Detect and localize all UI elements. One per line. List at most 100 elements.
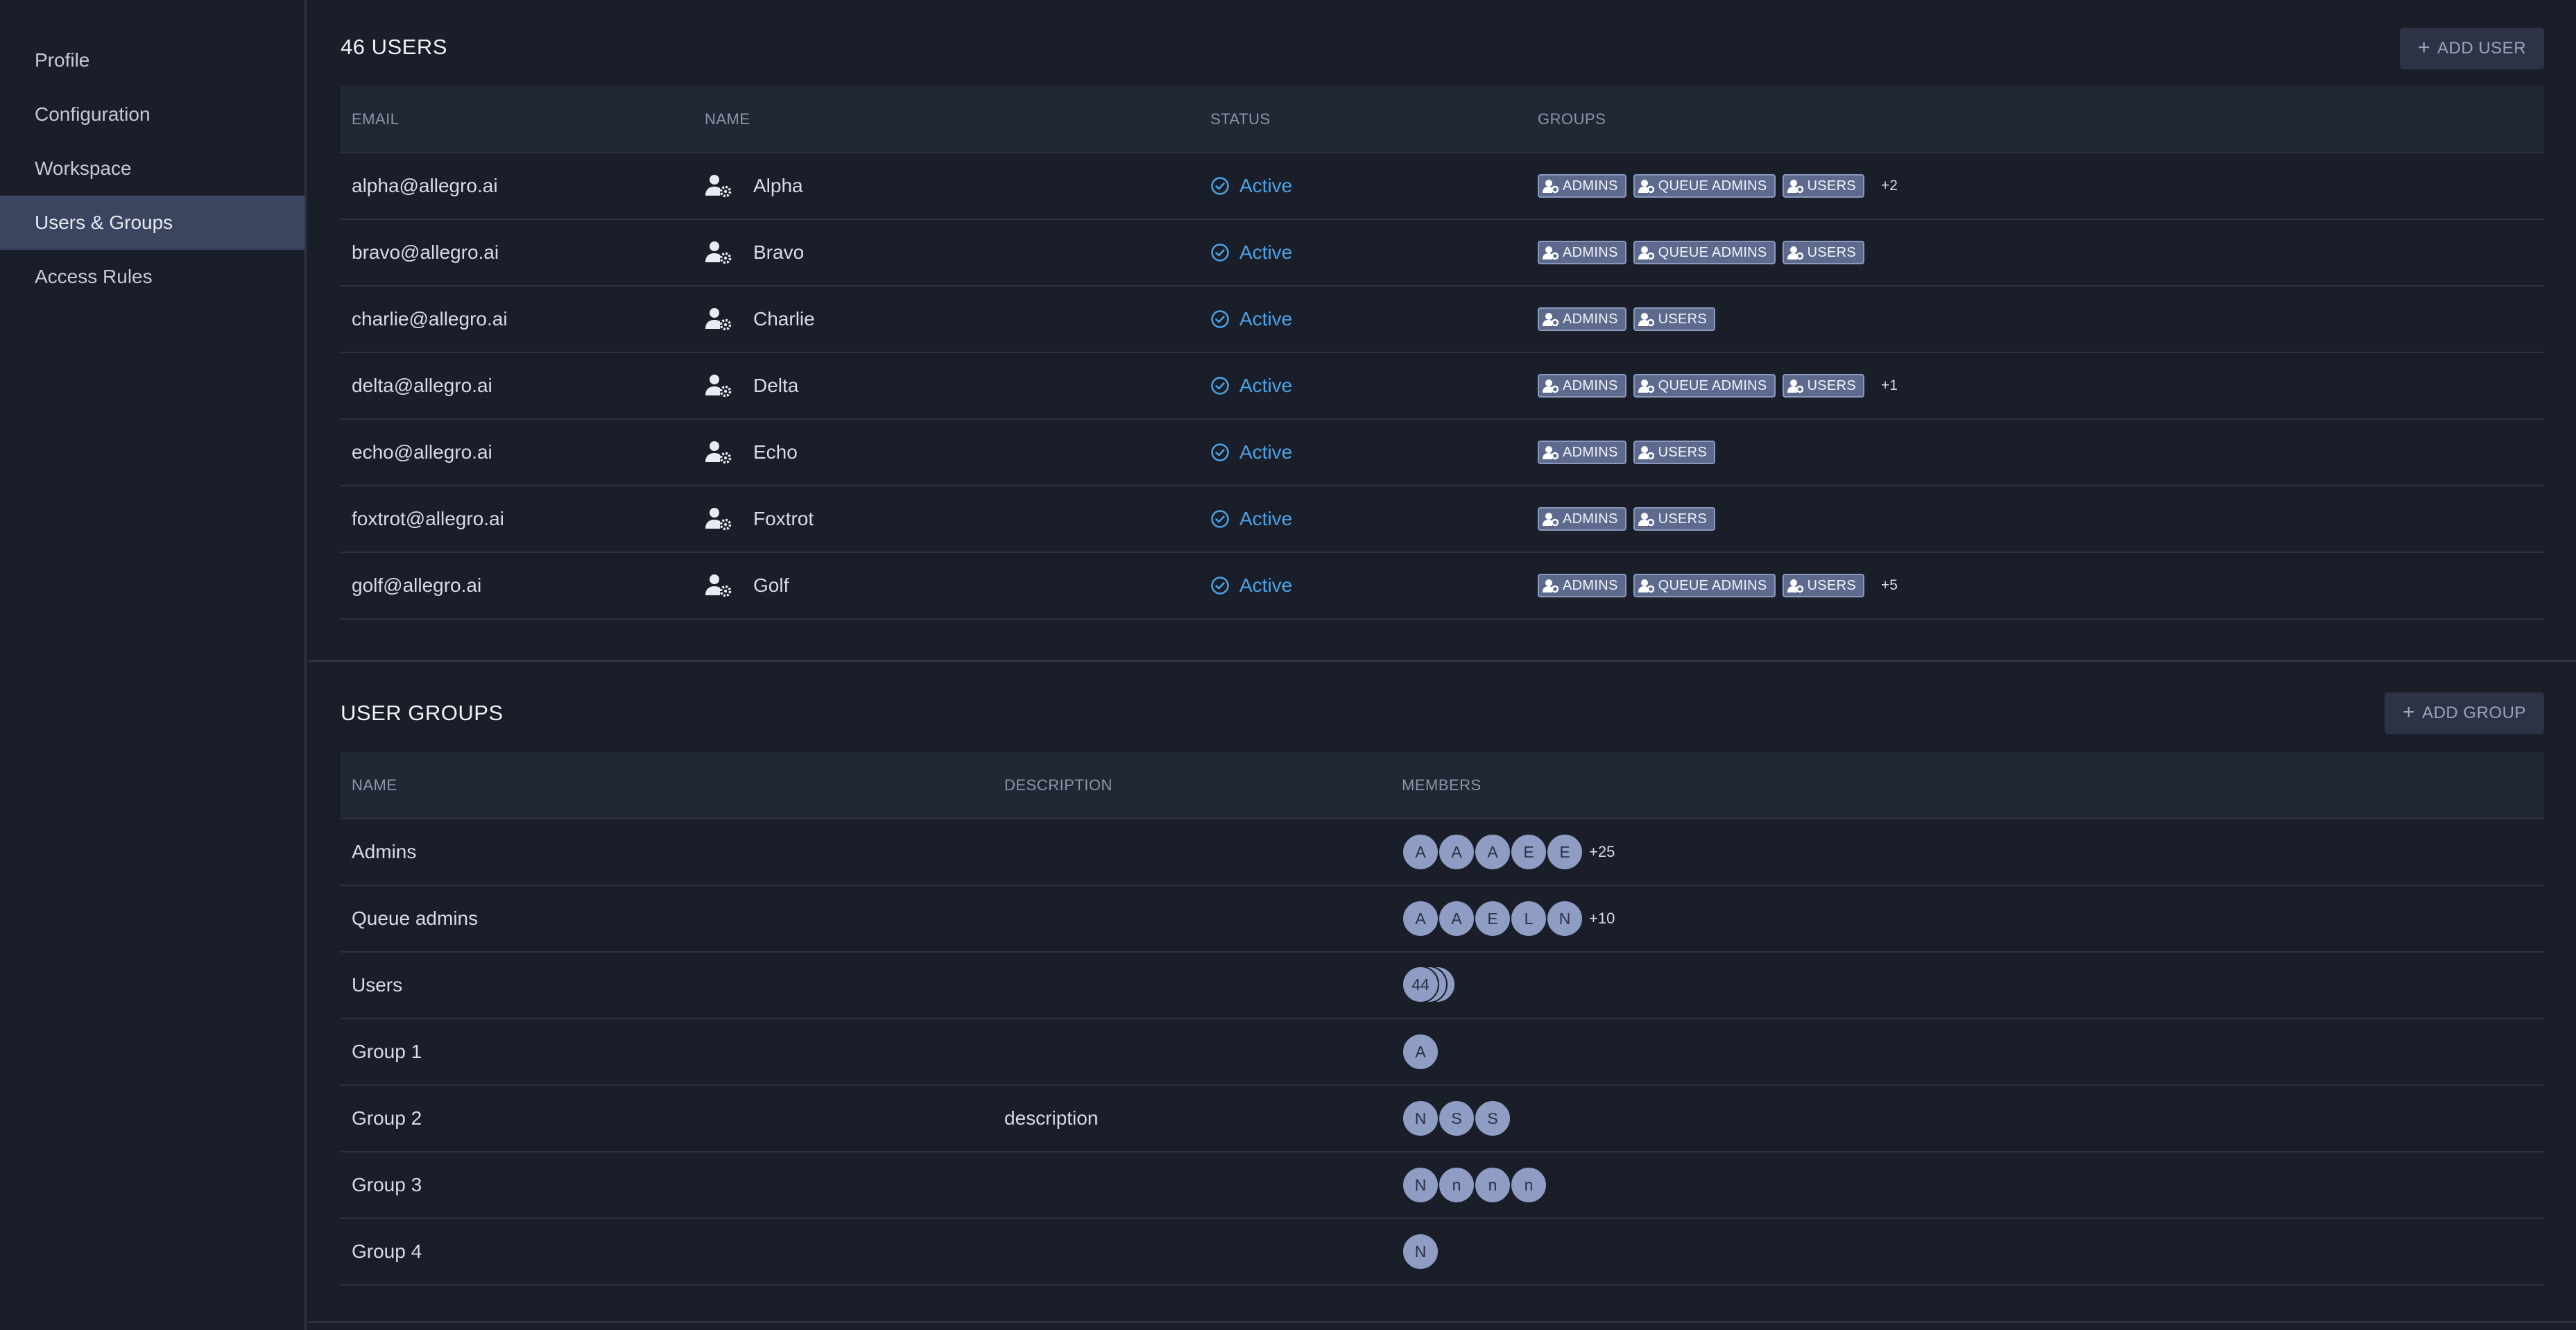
avatar[interactable]: A <box>1438 833 1475 871</box>
avatar[interactable]: E <box>1474 900 1511 937</box>
more-members-count[interactable]: +25 <box>1589 843 1615 861</box>
avatar[interactable]: S <box>1474 1100 1511 1137</box>
user-name-wrapper: Foxtrot <box>705 506 1199 531</box>
avatar[interactable]: A <box>1402 833 1439 871</box>
group-tag[interactable]: USERS <box>1782 374 1864 398</box>
group-tag[interactable]: USERS <box>1782 574 1864 597</box>
group-tag[interactable]: ADMINS <box>1538 174 1626 198</box>
avatar[interactable]: N <box>1402 1100 1439 1137</box>
column-header-email[interactable]: EMAIL <box>341 86 694 153</box>
column-header-name[interactable]: NAME <box>694 86 1199 153</box>
add-user-button[interactable]: + ADD USER <box>2400 28 2544 69</box>
user-name-cell: Alpha <box>694 152 1199 220</box>
more-groups-count[interactable]: +1 <box>1881 377 1898 394</box>
group-tag-label: USERS <box>1807 244 1856 260</box>
group-tag-label: ADMINS <box>1563 511 1618 527</box>
group-tag[interactable]: QUEUE ADMINS <box>1633 174 1776 198</box>
table-row[interactable]: Admins A A A E E +25 <box>341 818 2544 886</box>
table-row[interactable]: delta@allegro.ai Delta Active ADMINS QUEUE A… <box>341 352 2544 420</box>
group-tag[interactable]: USERS <box>1633 507 1715 531</box>
group-tag[interactable]: ADMINS <box>1538 374 1626 398</box>
group-tag[interactable]: ADMINS <box>1538 507 1626 531</box>
avatar[interactable]: E <box>1510 833 1547 871</box>
add-group-button[interactable]: + ADD GROUP <box>2385 692 2544 734</box>
group-description <box>993 952 1391 1019</box>
group-description: description <box>993 1085 1391 1152</box>
table-row[interactable]: Group 3 Nnnn <box>341 1152 2544 1219</box>
member-avatars: A A E L N +10 <box>1402 900 2544 937</box>
table-row[interactable]: Group 1 A <box>341 1018 2544 1086</box>
table-row[interactable]: charlie@allegro.ai Charlie Active ADMINS USE… <box>341 286 2544 353</box>
group-tag-label: USERS <box>1807 178 1856 194</box>
user-groups-cell: ADMINS QUEUE ADMINS USERS +1 <box>1527 352 2544 420</box>
avatar[interactable]: E <box>1546 833 1583 871</box>
group-tag-label: ADMINS <box>1563 377 1618 393</box>
user-status-cell: Active <box>1199 486 1527 553</box>
avatar[interactable]: N <box>1402 1166 1439 1204</box>
group-tag[interactable]: ADMINS <box>1538 441 1626 464</box>
column-header-groups[interactable]: GROUPS <box>1527 86 2544 153</box>
avatar[interactable]: A <box>1438 900 1475 937</box>
group-tag[interactable]: USERS <box>1633 307 1715 331</box>
group-name: Group 2 <box>341 1085 993 1152</box>
status-badge: Active <box>1210 441 1527 463</box>
group-tag[interactable]: ADMINS <box>1538 307 1626 331</box>
status-badge: Active <box>1210 241 1527 264</box>
group-tag[interactable]: ADMINS <box>1538 574 1626 597</box>
avatar[interactable]: A <box>1402 900 1439 937</box>
avatar[interactable]: n <box>1510 1166 1547 1204</box>
sidebar-item-workspace[interactable]: Workspace <box>0 142 304 196</box>
users-table: EMAIL NAME STATUS GROUPS alpha@allegro.a… <box>341 86 2544 620</box>
table-row[interactable]: foxtrot@allegro.ai Foxtrot Active ADMINS USE… <box>341 486 2544 553</box>
group-tag[interactable]: ADMINS <box>1538 241 1626 264</box>
table-row[interactable]: golf@allegro.ai Golf Active ADMINS QUEUE ADM… <box>341 552 2544 620</box>
sidebar-item-access-rules[interactable]: Access Rules <box>0 250 304 304</box>
avatar[interactable]: S <box>1438 1100 1475 1137</box>
avatar[interactable]: N <box>1546 900 1583 937</box>
avatar[interactable]: L <box>1510 900 1547 937</box>
group-tag[interactable]: QUEUE ADMINS <box>1633 574 1776 597</box>
table-row[interactable]: alpha@allegro.ai Alpha Active ADMINS QUEUE A… <box>341 152 2544 220</box>
member-avatars: N <box>1402 1233 2544 1270</box>
group-tag-label: ADMINS <box>1563 244 1618 260</box>
avatar[interactable]: N <box>1402 1233 1439 1270</box>
column-header-members[interactable]: MEMBERS <box>1391 752 2544 819</box>
table-row[interactable]: Users 44 <box>341 952 2544 1019</box>
group-tag[interactable]: QUEUE ADMINS <box>1633 374 1776 398</box>
table-row[interactable]: bravo@allegro.ai Bravo Active ADMINS QUEUE A… <box>341 219 2544 287</box>
avatar[interactable]: A <box>1474 833 1511 871</box>
sidebar-item-configuration[interactable]: Configuration <box>0 87 304 142</box>
avatar[interactable]: A <box>1402 1033 1439 1071</box>
status-badge: Active <box>1210 175 1527 197</box>
sidebar-item-users-groups[interactable]: Users & Groups <box>0 196 304 250</box>
column-header-description[interactable]: DESCRIPTION <box>993 752 1391 819</box>
table-row[interactable]: echo@allegro.ai Echo Active ADMINS USERS <box>341 419 2544 486</box>
more-members-count[interactable]: +10 <box>1589 910 1615 928</box>
group-tag[interactable]: QUEUE ADMINS <box>1633 241 1776 264</box>
table-row[interactable]: Group 2 description N S S <box>341 1085 2544 1152</box>
user-status-cell: Active <box>1199 419 1527 486</box>
sidebar-item-profile[interactable]: Profile <box>0 33 304 87</box>
group-members-cell: 44 <box>1391 952 2544 1019</box>
table-row[interactable]: Queue admins A A E L N +10 <box>341 885 2544 953</box>
plus-icon: + <box>2403 700 2416 724</box>
status-badge: Active <box>1210 308 1527 330</box>
group-tag[interactable]: USERS <box>1633 441 1715 464</box>
users-header: 46 USERS + ADD USER <box>341 0 2544 86</box>
user-groups-cell: ADMINS USERS <box>1527 419 2544 486</box>
avatar[interactable]: n <box>1438 1166 1475 1204</box>
member-avatars: Nnnn <box>1402 1166 2544 1204</box>
status-label: Active <box>1239 308 1293 330</box>
avatar-stack[interactable]: 44 <box>1402 966 1466 1005</box>
group-icon <box>1542 312 1559 327</box>
group-description <box>993 1152 1391 1219</box>
member-avatars: A A A E E +25 <box>1402 833 2544 871</box>
avatar[interactable]: n <box>1474 1166 1511 1204</box>
column-header-status[interactable]: STATUS <box>1199 86 1527 153</box>
group-tag[interactable]: USERS <box>1782 174 1864 198</box>
column-header-group-name[interactable]: NAME <box>341 752 993 819</box>
group-tag[interactable]: USERS <box>1782 241 1864 264</box>
table-row[interactable]: Group 4 N <box>341 1218 2544 1286</box>
more-groups-count[interactable]: +2 <box>1881 178 1898 194</box>
more-groups-count[interactable]: +5 <box>1881 577 1898 594</box>
